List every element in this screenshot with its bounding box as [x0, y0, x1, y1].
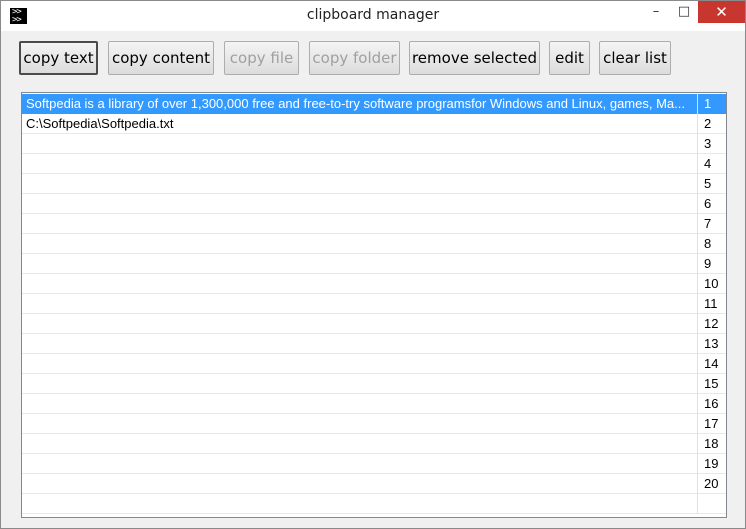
list-item-index: 18	[697, 434, 726, 454]
list-item-index: 20	[697, 474, 726, 494]
list-item-index: 7	[697, 214, 726, 234]
list-item-text	[22, 314, 697, 334]
list-item[interactable]: 17	[22, 414, 726, 434]
list-item-index	[697, 494, 726, 514]
list-item-text	[22, 374, 697, 394]
list-item-index: 8	[697, 234, 726, 254]
close-icon[interactable]: ✕	[698, 1, 745, 23]
clipboard-list[interactable]: Softpedia is a library of over 1,300,000…	[21, 92, 727, 518]
list-item-text	[22, 274, 697, 294]
copy-text-button[interactable]: copy text	[19, 41, 98, 75]
list-item-index: 13	[697, 334, 726, 354]
maximize-icon[interactable]: □	[670, 1, 698, 23]
list-item[interactable]	[22, 494, 726, 514]
list-item-index: 4	[697, 154, 726, 174]
list-item-index: 2	[697, 114, 726, 134]
list-item-index: 15	[697, 374, 726, 394]
list-item[interactable]: 15	[22, 374, 726, 394]
list-item-text	[22, 234, 697, 254]
copy-folder-button[interactable]: copy folder	[309, 41, 400, 75]
list-item[interactable]: 10	[22, 274, 726, 294]
list-item-text	[22, 434, 697, 454]
list-item-text	[22, 414, 697, 434]
list-item-text	[22, 294, 697, 314]
list-item[interactable]: 19	[22, 454, 726, 474]
app-window: >> >> clipboard manager – □ ✕ copy text c…	[0, 0, 746, 529]
list-item-index: 3	[697, 134, 726, 154]
list-item[interactable]: 13	[22, 334, 726, 354]
list-item-index: 5	[697, 174, 726, 194]
remove-selected-button[interactable]: remove selected	[409, 41, 540, 75]
list-item[interactable]: 11	[22, 294, 726, 314]
list-item[interactable]: 9	[22, 254, 726, 274]
copy-file-button[interactable]: copy file	[224, 41, 299, 75]
list-item-index: 14	[697, 354, 726, 374]
window-title: clipboard manager	[306, 7, 440, 23]
clear-list-button[interactable]: clear list	[599, 41, 671, 75]
list-item-index: 11	[697, 294, 726, 314]
list-item-index: 6	[697, 194, 726, 214]
list-item-index: 12	[697, 314, 726, 334]
list-item-text	[22, 214, 697, 234]
list-item[interactable]: 20	[22, 474, 726, 494]
list-item[interactable]: 14	[22, 354, 726, 374]
copy-content-button[interactable]: copy content	[108, 41, 214, 75]
list-item[interactable]: 12	[22, 314, 726, 334]
list-item[interactable]: 6	[22, 194, 726, 214]
list-item[interactable]: 18	[22, 434, 726, 454]
list-item-index: 9	[697, 254, 726, 274]
list-item-text	[22, 194, 697, 214]
list-item-index: 19	[697, 454, 726, 474]
list-item-text: C:\Softpedia\Softpedia.txt	[26, 116, 174, 131]
list-item[interactable]: 16	[22, 394, 726, 414]
list-item-text: Softpedia is a library of over 1,300,000…	[22, 94, 697, 114]
list-item-text	[22, 454, 697, 474]
list-item-index: 17	[697, 414, 726, 434]
list-item-text	[22, 394, 697, 414]
list-item-text	[22, 154, 697, 174]
list-item-text	[22, 354, 697, 374]
title-bar[interactable]: >> >> clipboard manager – □ ✕	[1, 1, 745, 31]
list-item-text	[22, 174, 697, 194]
list-item-index: 1	[697, 94, 726, 114]
list-item[interactable]: 7	[22, 214, 726, 234]
list-item-index: 10	[697, 274, 726, 294]
list-item-text	[22, 134, 697, 154]
list-item[interactable]: 5	[22, 174, 726, 194]
edit-button[interactable]: edit	[549, 41, 590, 75]
list-item[interactable]: 4	[22, 154, 726, 174]
list-item-text	[22, 334, 697, 354]
list-item-text	[22, 254, 697, 274]
list-item[interactable]: 8	[22, 234, 726, 254]
list-item-index: 16	[697, 394, 726, 414]
list-item[interactable]: Softpedia is a library of over 1,300,000…	[22, 94, 726, 114]
list-item-text	[22, 474, 697, 494]
minimize-icon[interactable]: –	[642, 1, 670, 23]
list-item-text	[22, 494, 697, 514]
list-item[interactable]: 3	[22, 134, 726, 154]
list-item[interactable]: C:\Softpedia\Softpedia.txt 2	[22, 114, 726, 134]
